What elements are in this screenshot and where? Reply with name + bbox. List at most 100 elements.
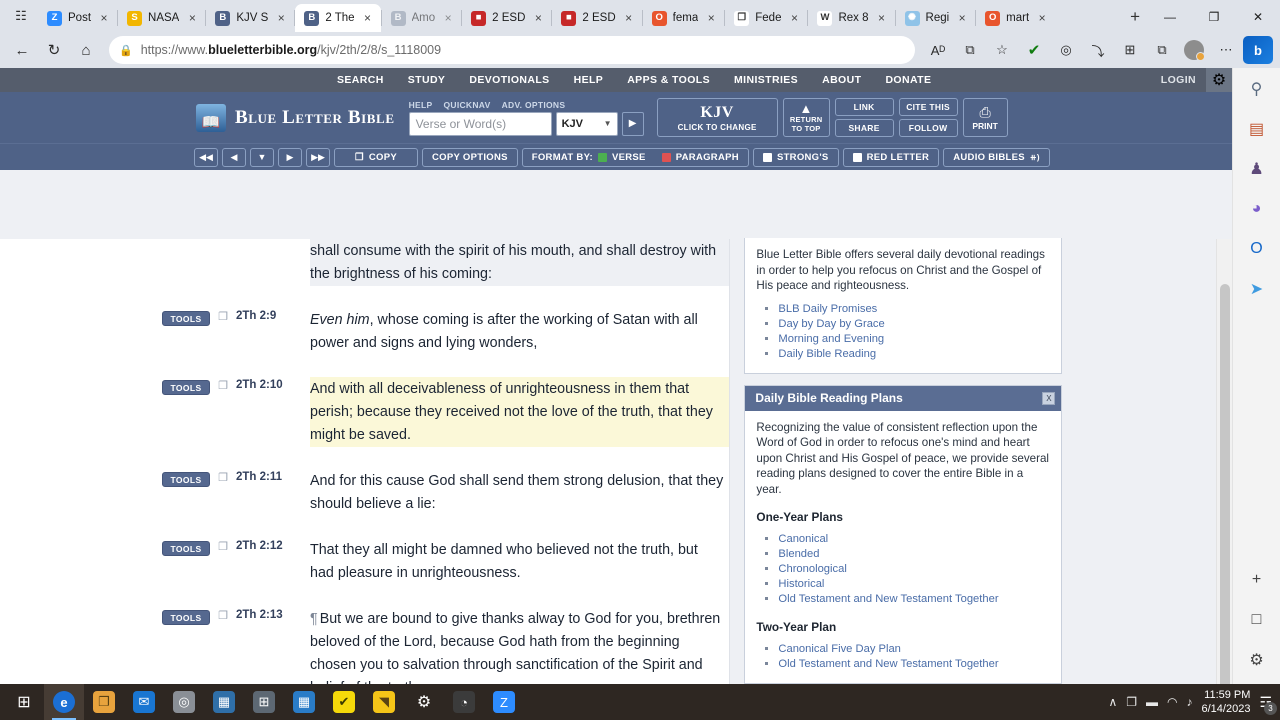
- taskbar-obs-studio[interactable]: ◔: [444, 684, 484, 720]
- browser-tab[interactable]: ■ 2 ESD ×: [552, 4, 641, 32]
- verse-copy-icon[interactable]: ❐: [210, 540, 236, 553]
- taskbar-photos[interactable]: ▦: [204, 684, 244, 720]
- taskbar-edge[interactable]: e: [44, 684, 84, 720]
- customize-icon[interactable]: □: [1241, 604, 1273, 636]
- battery-icon[interactable]: ▬: [1146, 695, 1158, 709]
- refresh-button[interactable]: ↻: [39, 36, 69, 64]
- shield-check-icon[interactable]: ✔: [1019, 36, 1049, 64]
- nav-item-ministries[interactable]: MINISTRIES: [722, 68, 810, 92]
- sublink-adv-options[interactable]: ADV. OPTIONS: [502, 100, 566, 110]
- browser-tab[interactable]: Z Post ×: [38, 4, 117, 32]
- settings-icon[interactable]: ⚙: [1241, 644, 1273, 676]
- nav-item-help[interactable]: HELP: [562, 68, 616, 92]
- jump-down-button[interactable]: ▼: [250, 147, 274, 167]
- restore-button[interactable]: ❐: [1192, 1, 1236, 32]
- minimize-button[interactable]: —: [1148, 1, 1192, 32]
- games-icon[interactable]: ♟: [1241, 153, 1273, 185]
- search-icon[interactable]: ⚲: [1241, 73, 1273, 105]
- close-icon[interactable]: X: [1042, 391, 1056, 405]
- page-scrollbar[interactable]: ▲ ▼: [1216, 239, 1232, 684]
- taskbar-settings[interactable]: ⚙: [404, 684, 444, 720]
- sublink-quicknav[interactable]: QUICKNAV: [443, 100, 490, 110]
- tab-close-button[interactable]: ×: [97, 11, 111, 25]
- onedrive-icon[interactable]: ❐: [1126, 695, 1137, 709]
- volume-icon[interactable]: ♪: [1187, 695, 1193, 709]
- history-icon[interactable]: ⤵: [1083, 36, 1113, 64]
- shopping-icon[interactable]: ▤: [1241, 113, 1273, 145]
- rail-link[interactable]: Old Testament and New Testament Together: [778, 592, 1050, 607]
- rail-link[interactable]: Historical: [778, 577, 1050, 592]
- search-submit-button[interactable]: ▶: [621, 111, 644, 136]
- first-chapter-button[interactable]: ◀◀: [194, 147, 218, 167]
- split-screen-icon[interactable]: ⧉: [955, 36, 985, 64]
- tab-close-button[interactable]: ×: [704, 11, 718, 25]
- taskbar-todo[interactable]: ✔: [324, 684, 364, 720]
- verse-reference[interactable]: 2Th 2:13: [236, 609, 310, 621]
- taskbar-mail[interactable]: ✉: [124, 684, 164, 720]
- copilot-icon[interactable]: b: [1243, 36, 1273, 64]
- login-link[interactable]: LOGIN: [1161, 74, 1206, 86]
- tab-close-button[interactable]: ×: [622, 11, 636, 25]
- verse-checkbox[interactable]: [597, 152, 607, 162]
- notifications-button[interactable]: ☲ 3: [1259, 694, 1277, 715]
- home-button[interactable]: ⌂: [71, 36, 101, 64]
- close-window-button[interactable]: ✕: [1236, 1, 1280, 32]
- new-tab-button[interactable]: +: [1122, 4, 1148, 32]
- red-letter-toggle[interactable]: RED LETTER: [842, 147, 940, 167]
- rail-link[interactable]: Old Testament and New Testament Together: [778, 657, 1050, 672]
- extensions-icon[interactable]: ⧉: [1147, 36, 1177, 64]
- clock[interactable]: 11:59 PM 6/14/2023: [1202, 688, 1251, 716]
- profile-avatar[interactable]: [1179, 36, 1209, 64]
- tab-close-button[interactable]: ×: [787, 11, 801, 25]
- rail-link[interactable]: Morning and Evening: [778, 332, 1050, 347]
- taskbar-calendar[interactable]: ▦: [284, 684, 324, 720]
- browser-tab[interactable]: Omart ×: [976, 4, 1055, 32]
- browser-tab[interactable]: B 2 The ×: [295, 4, 381, 32]
- previous-chapter-button[interactable]: ◀: [222, 147, 246, 167]
- gear-icon[interactable]: ⚙: [1206, 68, 1232, 92]
- nav-item-study[interactable]: STUDY: [396, 68, 458, 92]
- taskbar-sticky-notes[interactable]: ◥: [364, 684, 404, 720]
- browser-tab[interactable]: ■ 2 ESD ×: [462, 4, 551, 32]
- verse-label[interactable]: VERSE: [612, 152, 646, 163]
- taskbar-zoom[interactable]: Z: [484, 684, 524, 720]
- tab-close-button[interactable]: ×: [441, 11, 455, 25]
- verse-copy-icon[interactable]: ❐: [210, 379, 236, 392]
- link-button[interactable]: LINK: [834, 98, 894, 116]
- nav-item-about[interactable]: ABOUT: [810, 68, 873, 92]
- cite-this-button[interactable]: CITE THIS: [898, 98, 958, 116]
- back-button[interactable]: ←: [7, 36, 37, 64]
- verse-copy-icon[interactable]: ❐: [210, 310, 236, 323]
- nav-item-apps-tools[interactable]: APPS & TOOLS: [615, 68, 722, 92]
- last-chapter-button[interactable]: ▶▶: [306, 147, 330, 167]
- show-hidden-icons-chevron[interactable]: ∧: [1108, 695, 1117, 709]
- taskbar-start[interactable]: ⊞: [4, 684, 44, 720]
- rail-link[interactable]: Daily Bible Reading: [778, 347, 1050, 362]
- return-to-top-button[interactable]: ▲ RETURN TO TOP: [782, 98, 830, 137]
- collections-alt-icon[interactable]: ◎: [1051, 36, 1081, 64]
- version-select[interactable]: KJV ▼: [555, 111, 618, 136]
- add-sidebar-icon[interactable]: +: [1241, 564, 1273, 596]
- share-button[interactable]: SHARE: [834, 119, 894, 137]
- tools-button[interactable]: TOOLS: [162, 472, 210, 487]
- browser-tab[interactable]: B KJV S ×: [206, 4, 294, 32]
- browser-tab[interactable]: W Rex 8 ×: [808, 4, 894, 32]
- tab-close-button[interactable]: ×: [274, 11, 288, 25]
- rail-link[interactable]: Chronological: [778, 562, 1050, 577]
- wifi-icon[interactable]: ◠: [1167, 695, 1177, 709]
- tab-close-button[interactable]: ×: [955, 11, 969, 25]
- browser-tab[interactable]: ❐ Fede ×: [725, 4, 807, 32]
- office-icon[interactable]: ◕: [1241, 193, 1273, 225]
- copy-options-button[interactable]: COPY OPTIONS: [422, 147, 518, 167]
- browser-tab[interactable]: ✺ Regi ×: [896, 4, 976, 32]
- print-button[interactable]: ⎙ PRINT: [962, 98, 1008, 137]
- tab-close-button[interactable]: ×: [531, 11, 545, 25]
- next-chapter-button[interactable]: ▶: [278, 147, 302, 167]
- settings-and-more-icon[interactable]: ⋯: [1211, 36, 1241, 64]
- tools-button[interactable]: TOOLS: [162, 380, 210, 395]
- tab-close-button[interactable]: ×: [185, 11, 199, 25]
- paragraph-label[interactable]: PARAGRAPH: [676, 152, 739, 163]
- sublink-help[interactable]: HELP: [409, 100, 433, 110]
- follow-button[interactable]: FOLLOW: [898, 119, 958, 137]
- rail-link[interactable]: Blended: [778, 547, 1050, 562]
